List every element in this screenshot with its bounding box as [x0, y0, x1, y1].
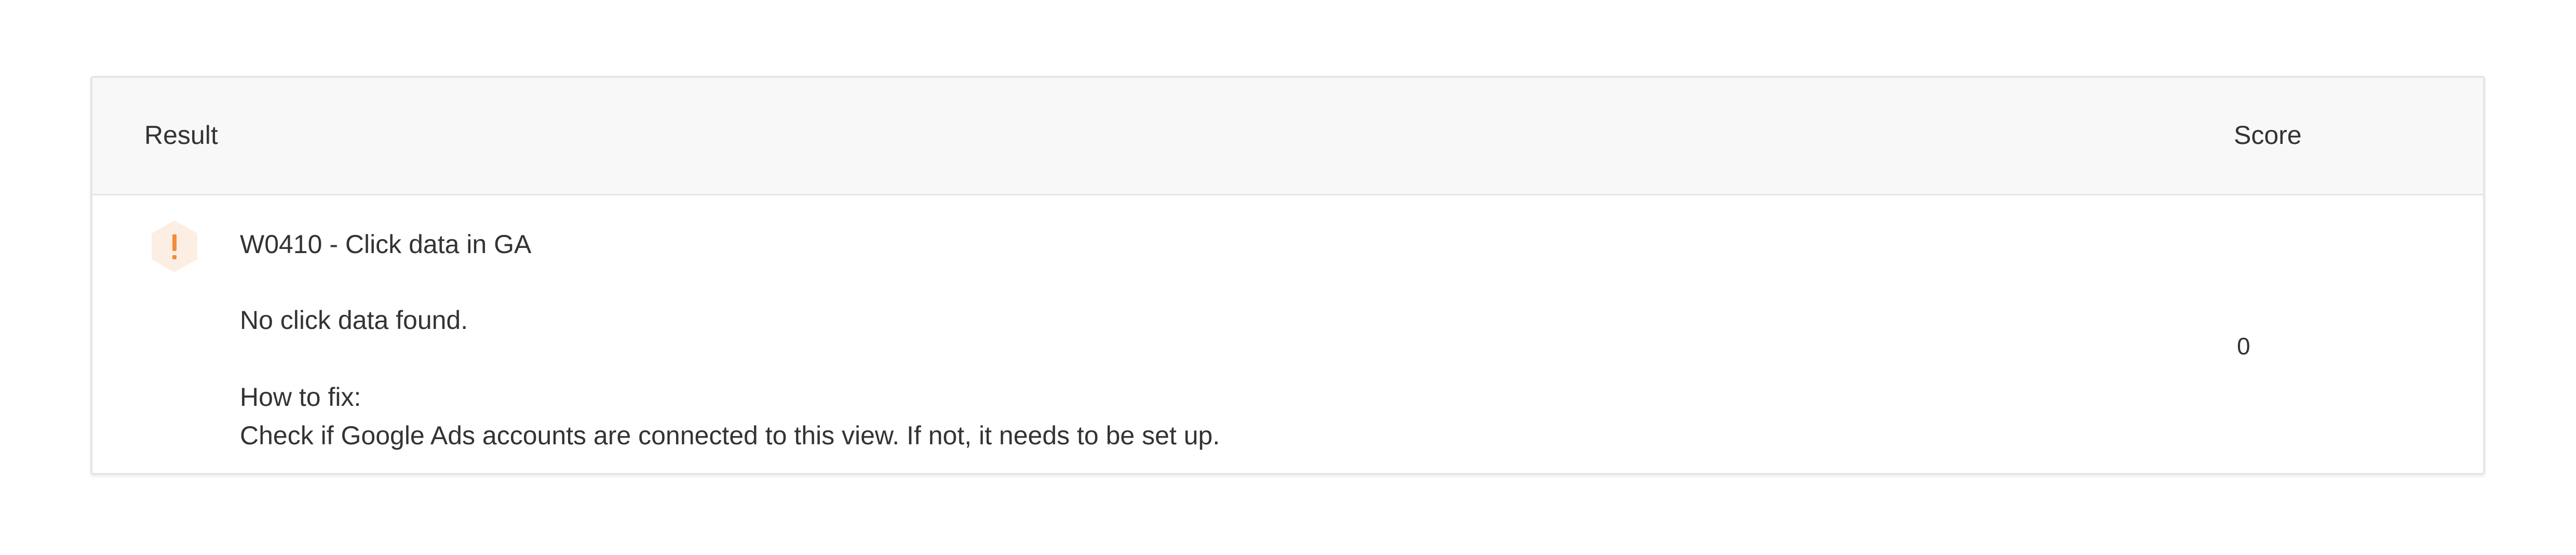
table-header: Result Score — [92, 78, 2483, 195]
column-header-score: Score — [2234, 121, 2302, 150]
table-row: W0410 - Click data in GA No click data f… — [92, 195, 2483, 473]
result-title: W0410 - Click data in GA — [240, 230, 532, 259]
column-header-result: Result — [144, 121, 218, 150]
warning-hexagon-icon — [152, 220, 197, 272]
how-to-fix-label: How to fix: — [240, 382, 361, 412]
result-message: No click data found. — [240, 306, 468, 335]
results-table: Result Score W0410 - Click data in GA No… — [90, 76, 2485, 475]
how-to-fix-text: Check if Google Ads accounts are connect… — [240, 421, 1220, 450]
result-score: 0 — [2237, 333, 2250, 360]
